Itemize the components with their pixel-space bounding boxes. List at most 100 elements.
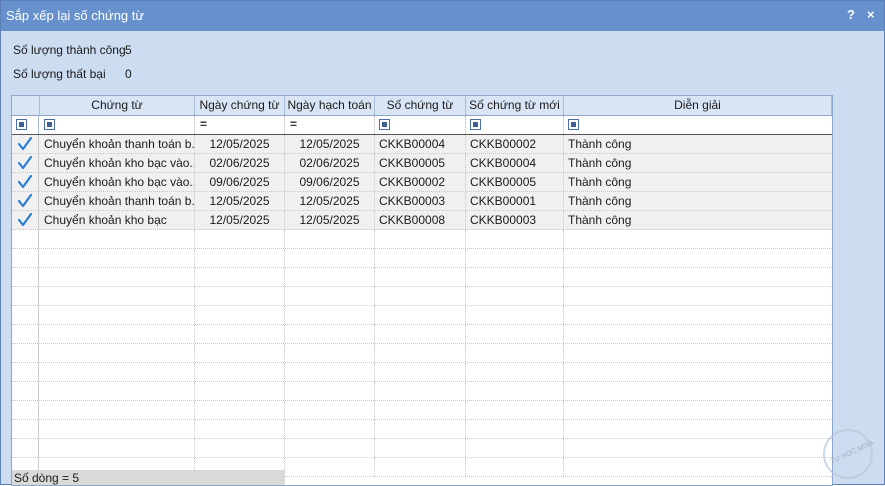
table-cell[interactable]: 12/05/2025 (195, 192, 285, 210)
filter-chung-tu[interactable] (40, 116, 195, 134)
filter-icon[interactable] (44, 119, 55, 130)
table-cell[interactable] (40, 268, 195, 286)
empty-row[interactable] (12, 325, 832, 344)
table-cell[interactable] (40, 287, 195, 305)
table-cell[interactable]: Thành công (564, 211, 832, 229)
table-cell[interactable] (466, 458, 564, 476)
header-ngay-hach-toan[interactable]: Ngày hạch toán (285, 96, 375, 115)
filter-dien-giai[interactable] (564, 116, 832, 134)
table-cell[interactable] (195, 268, 285, 286)
table-row[interactable]: Chuyển khoản thanh toán b... 12/05/2025 12… (12, 135, 832, 154)
table-cell[interactable] (40, 344, 195, 362)
filter-icon[interactable] (568, 119, 579, 130)
table-cell[interactable]: Chuyển khoản kho bạc vào... (40, 154, 195, 172)
help-button[interactable]: ? (847, 7, 855, 22)
table-cell[interactable] (564, 230, 832, 248)
filter-icon[interactable] (470, 119, 481, 130)
table-row[interactable]: Chuyển khoản kho bạc vào... 09/06/2025 09/… (12, 173, 832, 192)
table-cell[interactable] (466, 268, 564, 286)
table-cell[interactable] (40, 230, 195, 248)
title-bar[interactable]: Sắp xếp lại số chứng từ ? × (1, 1, 884, 31)
row-selector[interactable] (12, 249, 39, 267)
table-cell[interactable]: 02/06/2025 (195, 154, 285, 172)
table-cell[interactable]: 12/05/2025 (195, 211, 285, 229)
table-cell[interactable] (375, 344, 466, 362)
table-cell[interactable]: Thành công (564, 173, 832, 191)
table-cell[interactable] (466, 230, 564, 248)
row-selector[interactable] (12, 135, 39, 153)
row-selector[interactable] (12, 230, 39, 248)
table-cell[interactable] (375, 287, 466, 305)
table-cell[interactable] (375, 306, 466, 324)
table-cell[interactable] (375, 363, 466, 381)
table-cell[interactable] (466, 401, 564, 419)
table-cell[interactable] (375, 420, 466, 438)
table-row[interactable]: Chuyển khoản kho bạc 12/05/2025 12/05/2025… (12, 211, 832, 230)
table-cell[interactable]: Chuyển khoản thanh toán b... (40, 135, 195, 153)
row-selector[interactable] (12, 306, 39, 324)
table-cell[interactable] (466, 325, 564, 343)
table-cell[interactable] (375, 382, 466, 400)
table-cell[interactable]: CKKB00003 (466, 211, 564, 229)
table-cell[interactable] (466, 306, 564, 324)
empty-row[interactable] (12, 230, 832, 249)
empty-row[interactable] (12, 363, 832, 382)
table-row[interactable]: Chuyển khoản kho bạc vào... 02/06/2025 02/… (12, 154, 832, 173)
table-cell[interactable] (375, 458, 466, 476)
table-cell[interactable] (564, 287, 832, 305)
table-cell[interactable] (285, 268, 375, 286)
row-selector[interactable] (12, 154, 39, 172)
row-selector[interactable] (12, 211, 39, 229)
table-cell[interactable]: Thành công (564, 154, 832, 172)
table-cell[interactable] (195, 363, 285, 381)
table-cell[interactable]: Thành công (564, 192, 832, 210)
row-selector[interactable] (12, 382, 39, 400)
row-selector[interactable] (12, 192, 39, 210)
empty-row[interactable] (12, 344, 832, 363)
table-cell[interactable] (40, 401, 195, 419)
table-cell[interactable]: 09/06/2025 (195, 173, 285, 191)
table-cell[interactable] (375, 401, 466, 419)
table-cell[interactable] (564, 439, 832, 457)
table-cell[interactable] (466, 344, 564, 362)
row-selector[interactable] (12, 420, 39, 438)
table-cell[interactable]: 12/05/2025 (195, 135, 285, 153)
empty-row[interactable] (12, 420, 832, 439)
row-selector[interactable] (12, 173, 39, 191)
header-chung-tu[interactable]: Chứng từ (40, 96, 195, 115)
row-selector[interactable] (12, 268, 39, 286)
table-cell[interactable]: CKKB00008 (375, 211, 466, 229)
table-cell[interactable] (466, 420, 564, 438)
table-cell[interactable] (375, 439, 466, 457)
empty-row[interactable] (12, 249, 832, 268)
table-cell[interactable] (40, 382, 195, 400)
table-cell[interactable] (285, 306, 375, 324)
table-cell[interactable] (285, 344, 375, 362)
row-selector[interactable] (12, 401, 39, 419)
table-cell[interactable] (195, 420, 285, 438)
table-cell[interactable] (564, 401, 832, 419)
table-cell[interactable] (564, 325, 832, 343)
table-cell[interactable] (285, 458, 375, 476)
table-cell[interactable]: Chuyển khoản kho bạc (40, 211, 195, 229)
table-cell[interactable] (195, 344, 285, 362)
table-cell[interactable] (285, 363, 375, 381)
table-cell[interactable] (285, 439, 375, 457)
table-cell[interactable]: Chuyển khoản kho bạc vào... (40, 173, 195, 191)
table-cell[interactable] (375, 268, 466, 286)
filter-icon[interactable] (379, 119, 390, 130)
filter-ngay-chung-tu[interactable]: = (195, 116, 285, 134)
table-cell[interactable] (466, 287, 564, 305)
table-cell[interactable] (285, 249, 375, 267)
table-cell[interactable]: CKKB00002 (466, 135, 564, 153)
filter-so-chung-tu-moi[interactable] (466, 116, 564, 134)
table-cell[interactable] (375, 325, 466, 343)
table-cell[interactable]: 12/05/2025 (285, 211, 375, 229)
table-cell[interactable]: 02/06/2025 (285, 154, 375, 172)
table-cell[interactable] (40, 306, 195, 324)
table-cell[interactable] (195, 306, 285, 324)
empty-row[interactable] (12, 439, 832, 458)
row-selector[interactable] (12, 344, 39, 362)
table-cell[interactable] (285, 230, 375, 248)
filter-so-chung-tu[interactable] (375, 116, 466, 134)
